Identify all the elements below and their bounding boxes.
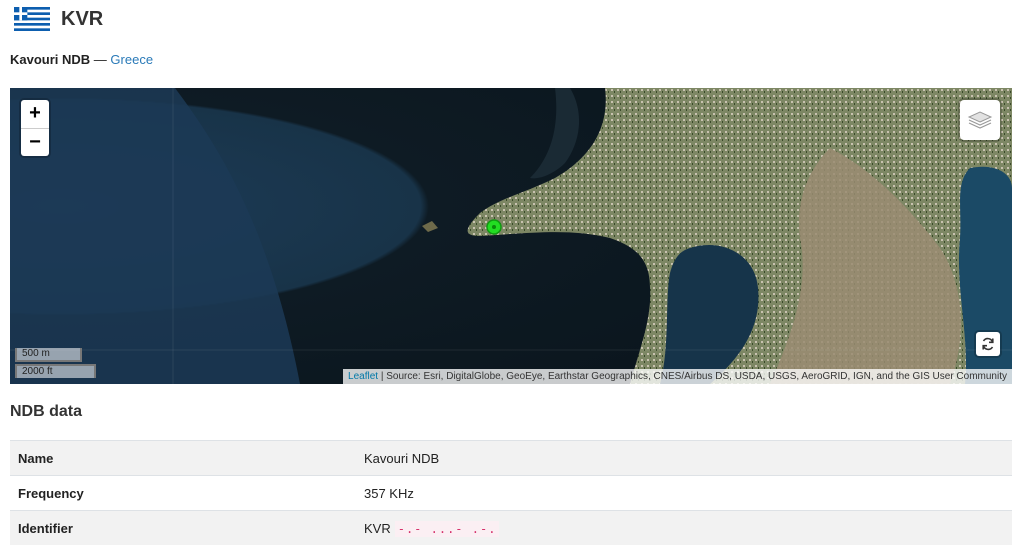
refresh-icon	[982, 337, 994, 351]
table-row: Frequency 357 KHz	[10, 475, 1012, 511]
page-title: KVR	[61, 7, 104, 30]
zoom-control: + −	[21, 100, 49, 156]
map-attribution: Leaflet | Source: Esri, DigitalGlobe, Ge…	[343, 369, 1012, 384]
row-value: 357 KHz	[356, 475, 1012, 511]
ndb-data-table: Name Kavouri NDB Frequency 357 KHz Ident…	[10, 440, 1012, 545]
morse-code: -.- ...- .-.	[394, 520, 500, 537]
map-view[interactable]: + − 500 m 2000 ft Leaflet | Source: Esri…	[10, 88, 1012, 384]
layers-button[interactable]	[960, 100, 1000, 140]
row-label: Frequency	[10, 475, 356, 511]
station-name: Kavouri NDB	[10, 52, 91, 67]
section-title: NDB data	[10, 403, 83, 420]
table-row: Identifier KVR -.- ...- .-.	[10, 510, 1012, 545]
satellite-imagery	[10, 88, 1012, 384]
table-row: Name Kavouri NDB	[10, 440, 1012, 476]
row-value: KVR -.- ...- .-.	[356, 510, 1012, 545]
row-value: Kavouri NDB	[356, 440, 1012, 476]
scale-imperial: 2000 ft	[15, 364, 96, 378]
subtitle-separator: —	[90, 52, 111, 67]
refresh-button[interactable]	[976, 332, 1000, 356]
greece-flag-icon	[14, 7, 50, 31]
zoom-in-button[interactable]: +	[21, 100, 49, 128]
identifier-text: KVR	[364, 520, 391, 536]
layers-icon	[967, 111, 993, 129]
attribution-text: | Source: Esri, DigitalGlobe, GeoEye, Ea…	[378, 371, 1007, 382]
subtitle: Kavouri NDB — Greece	[10, 52, 153, 67]
zoom-out-button[interactable]: −	[21, 128, 49, 156]
scale-metric: 500 m	[15, 348, 82, 362]
page-header: KVR	[14, 4, 103, 34]
row-label: Identifier	[10, 510, 356, 545]
leaflet-link[interactable]: Leaflet	[348, 371, 378, 382]
row-label: Name	[10, 440, 356, 476]
country-link[interactable]: Greece	[110, 52, 153, 67]
